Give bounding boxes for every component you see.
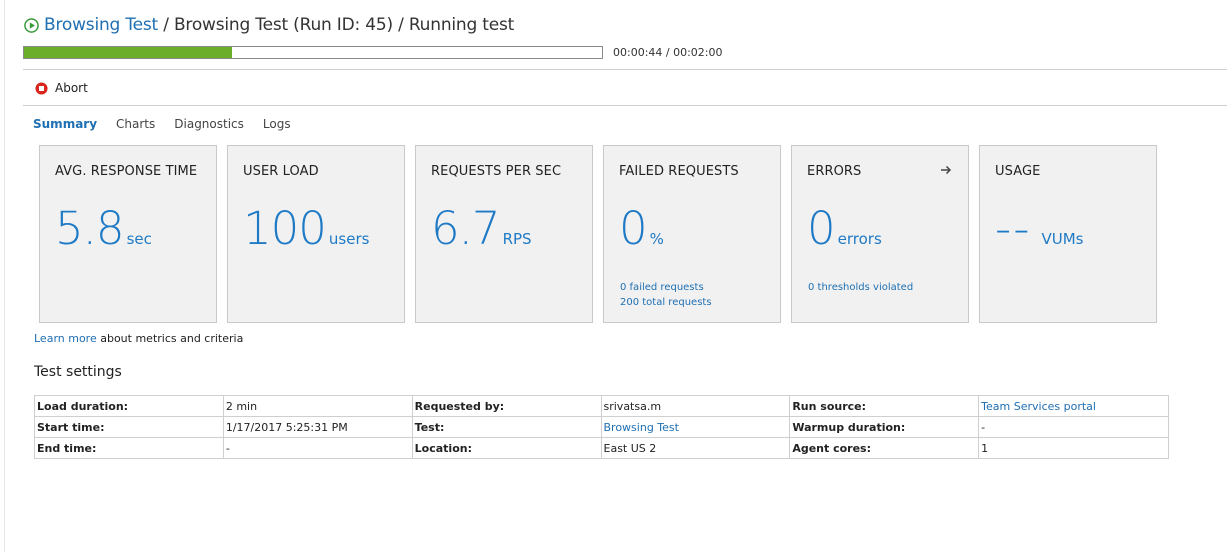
run-source-link[interactable]: Team Services portal [981, 400, 1096, 413]
setting-value: 1 [978, 437, 1169, 459]
learn-more-text: about metrics and criteria [96, 332, 244, 345]
setting-label: Requested by: [411, 395, 602, 417]
card-links: 0 thresholds violated [808, 280, 913, 295]
card-title: USAGE [995, 164, 1041, 179]
card-links: 0 failed requests 200 total requests [620, 280, 712, 310]
metric-unit: RPS [502, 230, 532, 248]
failed-requests-link[interactable]: 0 failed requests [620, 280, 712, 295]
setting-value: Browsing Test [600, 416, 791, 438]
metric-number: 0 [619, 202, 648, 255]
metric-unit: sec [126, 230, 152, 248]
setting-label: Load duration: [34, 395, 224, 417]
setting-value: - [978, 416, 1169, 438]
metric-number: 100 [243, 202, 327, 255]
metric-value: 0 errors [807, 202, 882, 255]
tab-logs[interactable]: Logs [263, 117, 291, 131]
table-row: Load duration: 2 min Requested by: sriva… [34, 395, 1169, 417]
metric-unit: % [649, 230, 664, 248]
setting-label: Run source: [789, 395, 980, 417]
divider [23, 69, 1227, 70]
card-usage: USAGE -- VUMs [979, 145, 1157, 323]
thresholds-violated-link[interactable]: 0 thresholds violated [808, 280, 913, 295]
setting-label: Agent cores: [789, 437, 980, 459]
metric-cards: AVG. RESPONSE TIME 5.8 sec USER LOAD 100… [39, 145, 1167, 323]
metric-value: 5.8 sec [55, 202, 152, 255]
card-failed-requests: FAILED REQUESTS 0 % 0 failed requests 20… [603, 145, 781, 323]
divider [23, 105, 1227, 106]
metric-value: 6.7 RPS [431, 202, 532, 255]
metric-unit: errors [837, 230, 882, 248]
run-progress-bar [23, 46, 603, 59]
progress-fill [24, 47, 232, 58]
metric-number: 6.7 [431, 202, 501, 255]
card-title: REQUESTS PER SEC [431, 164, 562, 179]
metric-unit: users [328, 230, 370, 248]
card-title: AVG. RESPONSE TIME [55, 164, 198, 179]
abort-button[interactable]: Abort [35, 81, 88, 95]
setting-label: End time: [34, 437, 224, 459]
setting-value: Team Services portal [978, 395, 1169, 417]
card-title: FAILED REQUESTS [619, 164, 739, 179]
breadcrumb: Browsing Test / Browsing Test (Run ID: 4… [44, 15, 514, 35]
left-border [4, 0, 5, 552]
card-avg-response-time: AVG. RESPONSE TIME 5.8 sec [39, 145, 217, 323]
stop-icon [35, 81, 48, 95]
setting-label: Test: [411, 416, 602, 438]
setting-value: srivatsa.m [600, 395, 791, 417]
card-errors[interactable]: ERRORS 0 errors 0 thresholds violated [791, 145, 969, 323]
card-title: ERRORS [807, 164, 862, 179]
test-settings-title: Test settings [34, 364, 122, 380]
table-row: Start time: 1/17/2017 5:25:31 PM Test: B… [34, 416, 1169, 438]
learn-more-line: Learn more about metrics and criteria [34, 332, 243, 345]
metric-number: 5.8 [55, 202, 125, 255]
tab-summary[interactable]: Summary [33, 117, 97, 131]
play-icon [24, 17, 39, 33]
learn-more-link[interactable]: Learn more [34, 332, 97, 345]
card-title: USER LOAD [243, 164, 319, 179]
test-link[interactable]: Browsing Test [604, 421, 679, 434]
arrow-right-icon[interactable] [940, 164, 952, 176]
tab-diagnostics[interactable]: Diagnostics [174, 117, 244, 131]
metric-value: 0 % [619, 202, 664, 255]
metric-number: -- [995, 202, 1032, 255]
metric-value: 100 users [243, 202, 369, 255]
card-user-load: USER LOAD 100 users [227, 145, 405, 323]
test-settings-table: Load duration: 2 min Requested by: sriva… [34, 395, 1169, 459]
setting-label: Location: [411, 437, 602, 459]
metric-number: 0 [807, 202, 836, 255]
table-row: End time: - Location: East US 2 Agent co… [34, 437, 1169, 459]
setting-label: Start time: [34, 416, 224, 438]
total-requests-link[interactable]: 200 total requests [620, 295, 712, 310]
breadcrumb-test-link[interactable]: Browsing Test [44, 15, 158, 35]
tab-charts[interactable]: Charts [116, 117, 155, 131]
tab-bar: Summary Charts Diagnostics Logs [33, 117, 310, 131]
metric-value: -- VUMs [995, 202, 1083, 255]
card-requests-per-sec: REQUESTS PER SEC 6.7 RPS [415, 145, 593, 323]
breadcrumb-path: / Browsing Test (Run ID: 45) / Running t… [158, 15, 515, 35]
elapsed-time: 00:00:44 / 00:02:00 [613, 46, 723, 59]
setting-value: - [222, 437, 413, 459]
abort-label: Abort [55, 81, 88, 95]
setting-label: Warmup duration: [789, 416, 980, 438]
page-header: Browsing Test / Browsing Test (Run ID: 4… [24, 13, 514, 37]
setting-value: 1/17/2017 5:25:31 PM [222, 416, 413, 438]
setting-value: 2 min [222, 395, 413, 417]
setting-value: East US 2 [600, 437, 791, 459]
metric-unit: VUMs [1041, 230, 1084, 248]
